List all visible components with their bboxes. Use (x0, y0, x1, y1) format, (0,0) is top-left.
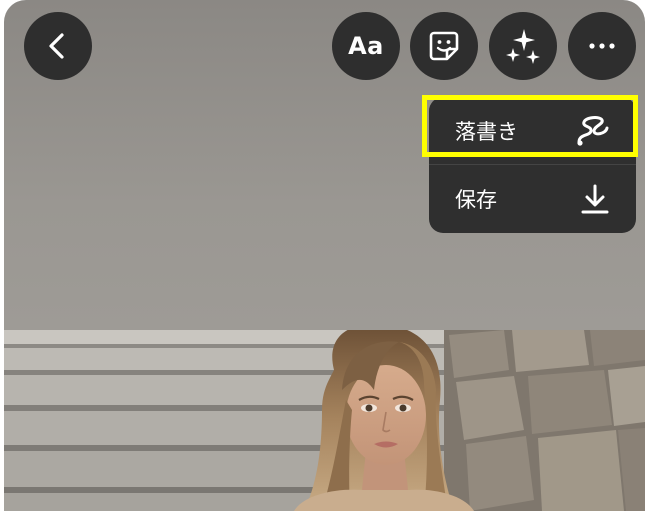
sticker-icon (429, 31, 459, 61)
more-button[interactable] (568, 12, 636, 80)
more-horizontal-icon (589, 43, 615, 49)
text-tool-button[interactable]: Aa (332, 12, 400, 80)
text-tool-label: Aa (348, 32, 384, 60)
chevron-left-icon (49, 33, 64, 59)
sparkles-icon (506, 29, 540, 64)
story-editor-screen: Aa 落書き 保存 (4, 0, 645, 511)
highlight-box (422, 95, 638, 157)
menu-item-save-label: 保存 (455, 188, 497, 212)
sticker-button[interactable] (410, 12, 478, 80)
back-button[interactable] (24, 12, 92, 80)
download-icon (581, 184, 609, 214)
menu-item-save[interactable]: 保存 (429, 165, 636, 233)
story-photo (4, 330, 645, 511)
effects-button[interactable] (489, 12, 557, 80)
